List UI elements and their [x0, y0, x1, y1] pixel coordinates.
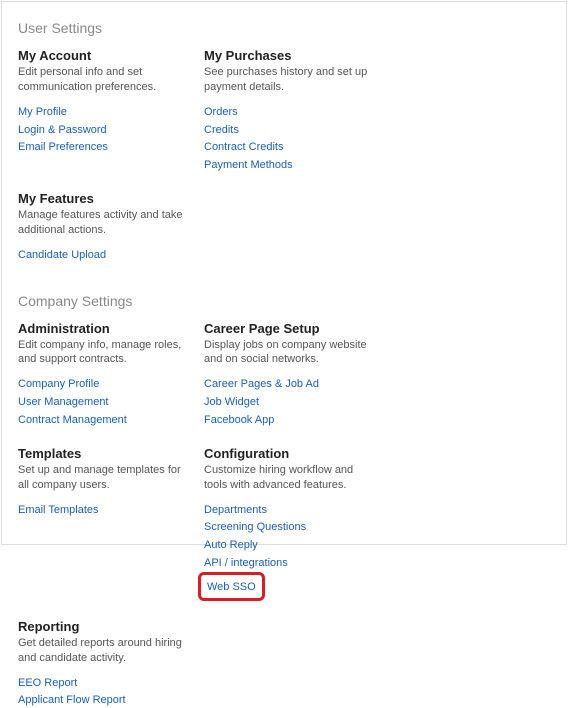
link-payment-methods[interactable]: Payment Methods [204, 158, 293, 173]
heading-career-page-setup: Career Page Setup [204, 321, 372, 336]
heading-configuration: Configuration [204, 446, 372, 461]
heading-administration: Administration [18, 321, 186, 336]
link-company-profile[interactable]: Company Profile [18, 377, 99, 392]
link-applicant-flow-report[interactable]: Applicant Flow Report [18, 693, 126, 708]
links-templates: Email Templates [18, 503, 186, 518]
link-orders[interactable]: Orders [204, 105, 238, 120]
highlight-web-sso: Web SSO [198, 572, 265, 601]
link-job-widget[interactable]: Job Widget [204, 395, 259, 410]
desc-my-purchases: See purchases history and set up payment… [204, 65, 372, 95]
desc-templates: Set up and manage templates for all comp… [18, 463, 186, 493]
link-email-templates[interactable]: Email Templates [18, 503, 99, 518]
desc-reporting: Get detailed reports around hiring and c… [18, 636, 186, 666]
company-settings-title: Company Settings [18, 293, 550, 309]
desc-career-page-setup: Display jobs on company website and on s… [204, 338, 372, 368]
desc-configuration: Customize hiring workflow and tools with… [204, 463, 372, 493]
heading-templates: Templates [18, 446, 186, 461]
user-settings-title: User Settings [18, 20, 550, 36]
link-eeo-report[interactable]: EEO Report [18, 676, 77, 691]
desc-my-account: Edit personal info and set communication… [18, 65, 186, 95]
link-user-management[interactable]: User Management [18, 395, 109, 410]
block-templates: Templates Set up and manage templates fo… [18, 446, 186, 601]
settings-panel: User Settings My Account Edit personal i… [1, 1, 567, 545]
heading-my-account: My Account [18, 48, 186, 63]
link-credits[interactable]: Credits [204, 123, 239, 138]
link-career-pages-job-ad[interactable]: Career Pages & Job Ad [204, 377, 319, 392]
link-departments[interactable]: Departments [204, 503, 267, 518]
link-login-password[interactable]: Login & Password [18, 123, 107, 138]
link-contract-management[interactable]: Contract Management [18, 413, 127, 428]
links-configuration: Departments Screening Questions Auto Rep… [204, 503, 372, 601]
link-email-preferences[interactable]: Email Preferences [18, 140, 108, 155]
link-api-integrations[interactable]: API / integrations [204, 556, 288, 571]
link-screening-questions[interactable]: Screening Questions [204, 520, 306, 535]
links-reporting: EEO Report Applicant Flow Report [18, 676, 186, 708]
link-facebook-app[interactable]: Facebook App [204, 413, 274, 428]
links-my-purchases: Orders Credits Contract Credits Payment … [204, 105, 372, 173]
link-contract-credits[interactable]: Contract Credits [204, 140, 283, 155]
user-settings-grid: My Account Edit personal info and set co… [18, 48, 550, 263]
links-my-account: My Profile Login & Password Email Prefer… [18, 105, 186, 156]
link-candidate-upload[interactable]: Candidate Upload [18, 248, 106, 263]
block-administration: Administration Edit company info, manage… [18, 321, 186, 428]
block-reporting: Reporting Get detailed reports around hi… [18, 619, 186, 708]
link-my-profile[interactable]: My Profile [18, 105, 67, 120]
heading-reporting: Reporting [18, 619, 186, 634]
block-my-features: My Features Manage features activity and… [18, 191, 186, 263]
heading-my-purchases: My Purchases [204, 48, 372, 63]
block-configuration: Configuration Customize hiring workflow … [204, 446, 372, 601]
desc-my-features: Manage features activity and take additi… [18, 208, 186, 238]
links-my-features: Candidate Upload [18, 248, 186, 263]
block-career-page-setup: Career Page Setup Display jobs on compan… [204, 321, 372, 428]
link-web-sso[interactable]: Web SSO [207, 581, 256, 593]
links-career-page-setup: Career Pages & Job Ad Job Widget Faceboo… [204, 377, 372, 428]
block-my-account: My Account Edit personal info and set co… [18, 48, 186, 173]
company-settings-grid: Administration Edit company info, manage… [18, 321, 550, 708]
links-administration: Company Profile User Management Contract… [18, 377, 186, 428]
desc-administration: Edit company info, manage roles, and sup… [18, 338, 186, 368]
heading-my-features: My Features [18, 191, 186, 206]
block-my-purchases: My Purchases See purchases history and s… [204, 48, 372, 173]
